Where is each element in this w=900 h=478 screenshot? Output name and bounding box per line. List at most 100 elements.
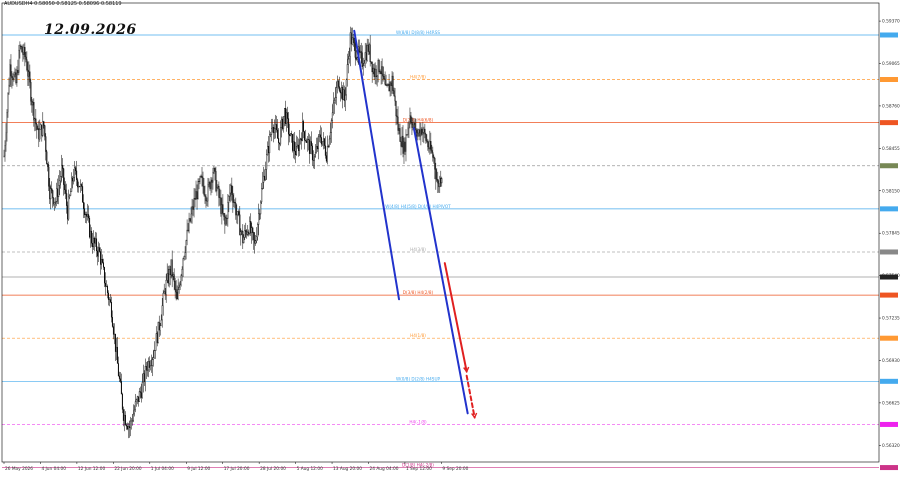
candle xyxy=(397,109,398,125)
candle-body xyxy=(279,143,280,144)
candle xyxy=(376,65,377,84)
candle xyxy=(135,394,136,412)
candle xyxy=(307,136,308,152)
candle xyxy=(324,138,325,149)
candle xyxy=(160,323,161,336)
candle xyxy=(112,310,113,327)
candle xyxy=(73,169,74,185)
candle xyxy=(203,172,204,194)
candle-body xyxy=(396,101,397,116)
candle xyxy=(9,78,10,95)
candle-body xyxy=(99,248,100,252)
candle xyxy=(43,121,44,129)
candle xyxy=(136,399,137,407)
candle-body xyxy=(239,215,240,235)
candle-body xyxy=(127,426,128,429)
candle xyxy=(254,232,255,254)
candle-body xyxy=(413,125,414,128)
candle xyxy=(354,38,355,51)
candle-body xyxy=(211,180,212,189)
candle xyxy=(396,101,397,125)
candle-body xyxy=(13,78,14,80)
candle xyxy=(213,168,214,190)
candle-body xyxy=(311,141,312,145)
candle-body xyxy=(110,299,111,302)
candle xyxy=(34,118,35,131)
candle-body xyxy=(256,237,257,241)
candle xyxy=(302,112,303,141)
candle-body xyxy=(248,232,249,234)
candle xyxy=(183,258,184,277)
candle xyxy=(194,188,195,217)
forex-chart[interactable]: H4(+1/8)W(8/8) D(8/8) H4RSSH4(7/8)D(7/8)… xyxy=(0,0,900,474)
candle-body xyxy=(423,132,424,134)
candle xyxy=(57,179,58,204)
candle xyxy=(15,68,16,78)
trend-lines xyxy=(354,31,476,418)
candle xyxy=(368,39,369,55)
candle xyxy=(139,388,140,402)
candle xyxy=(411,112,412,124)
candle-body xyxy=(113,327,114,335)
candle-body xyxy=(277,130,278,138)
level-label: H4(-1/8) xyxy=(409,419,427,424)
candle xyxy=(351,28,352,52)
candle-body xyxy=(50,188,51,199)
candle-body xyxy=(434,158,435,169)
candle-body xyxy=(223,204,224,213)
candle-body xyxy=(389,84,390,91)
candle xyxy=(326,152,327,163)
candle xyxy=(150,360,151,370)
candle-body xyxy=(304,132,305,141)
candle xyxy=(320,125,321,142)
candle xyxy=(14,72,15,82)
candle-body xyxy=(343,90,344,100)
candle-body xyxy=(31,82,32,101)
candle-body xyxy=(326,156,327,162)
candle-body xyxy=(27,59,28,70)
candle-body xyxy=(369,45,370,52)
candle xyxy=(292,134,293,152)
candle-body xyxy=(64,185,65,190)
candle xyxy=(16,69,17,85)
candle-body xyxy=(395,96,396,101)
candle xyxy=(395,88,396,106)
candle-body xyxy=(366,53,367,60)
candle xyxy=(114,323,115,344)
candle xyxy=(421,123,422,145)
candle xyxy=(345,87,346,111)
candle-body xyxy=(290,133,291,135)
candle-body xyxy=(340,90,341,93)
candle xyxy=(37,126,38,131)
candle-body xyxy=(89,218,90,237)
candle-body xyxy=(121,381,122,394)
candle-body xyxy=(283,116,284,128)
price-tag xyxy=(880,379,898,384)
candle xyxy=(49,178,50,204)
candle xyxy=(218,184,219,189)
candle xyxy=(148,357,149,377)
candle xyxy=(346,79,347,101)
candle-body xyxy=(363,66,364,67)
candle xyxy=(151,355,152,373)
candle xyxy=(364,60,365,66)
candle-body xyxy=(73,177,74,181)
candle-body xyxy=(41,125,42,136)
candle-body xyxy=(262,182,263,188)
candle-body xyxy=(404,142,405,154)
candle xyxy=(143,365,144,393)
candle-body xyxy=(201,176,202,177)
x-tick-label: 17 Jul 20:00 xyxy=(224,466,250,472)
candle xyxy=(184,256,185,261)
price-tag xyxy=(880,206,898,211)
candle xyxy=(408,122,409,137)
chart-canvas[interactable]: H4(+1/8)W(8/8) D(8/8) H4RSSH4(7/8)D(7/8)… xyxy=(0,0,900,474)
candle-body xyxy=(354,40,355,43)
candle-body xyxy=(18,70,19,73)
candle xyxy=(110,294,111,303)
candle-body xyxy=(274,129,275,133)
candle xyxy=(181,274,182,287)
candle xyxy=(262,172,263,190)
candle-body xyxy=(54,202,55,204)
candle xyxy=(53,197,54,206)
